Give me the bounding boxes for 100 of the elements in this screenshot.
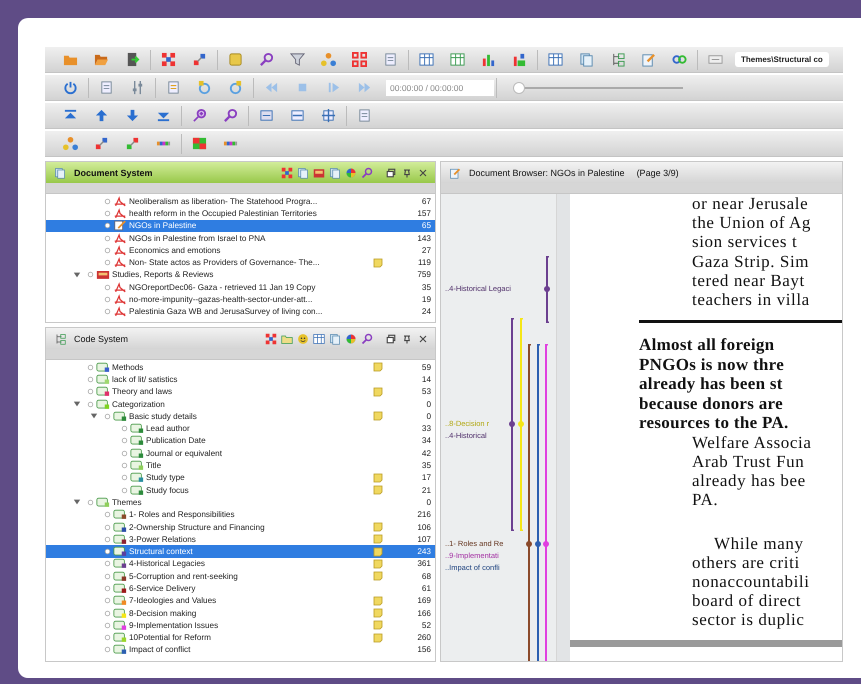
code-row[interactable]: Impact of conflict 156 — [46, 644, 435, 656]
memo-icon[interactable] — [373, 522, 383, 532]
window-icon[interactable] — [579, 52, 594, 67]
grid-x-icon[interactable] — [265, 332, 277, 344]
memo-icon[interactable] — [373, 620, 383, 630]
bar-chart-mixed-icon[interactable] — [512, 52, 527, 67]
arrow-down-icon[interactable] — [125, 108, 140, 123]
bar-chart-icon[interactable] — [481, 52, 496, 67]
code-row[interactable]: 7-Ideologies and Values 169 — [46, 594, 435, 607]
table-icon[interactable] — [313, 332, 325, 344]
memo-icon[interactable] — [373, 472, 383, 483]
expand-arrow-icon[interactable] — [73, 270, 81, 279]
document-row[interactable]: Non- State actos as Providers of Governance- The... 119 — [46, 256, 435, 269]
document-row[interactable]: Neoliberalism as liberation- The Statehood Progra... 67 — [46, 195, 435, 208]
activation-dot-icon[interactable] — [87, 400, 94, 408]
code-row[interactable]: 2-Ownership Structure and Financing 106 — [46, 520, 435, 534]
documents-icon[interactable] — [297, 166, 309, 178]
activation-dot-icon[interactable] — [87, 498, 94, 506]
code-tree-icon[interactable] — [54, 332, 66, 344]
sticky-note-icon[interactable] — [228, 52, 243, 67]
code-field[interactable]: Themes\Structural co — [735, 52, 829, 67]
activation-dot-icon[interactable] — [121, 437, 128, 444]
arrow-up-icon[interactable] — [94, 108, 109, 123]
search-icon[interactable] — [361, 332, 373, 344]
filter-icon[interactable] — [290, 52, 305, 67]
activation-dot-icon[interactable] — [104, 646, 111, 654]
fit-width-icon[interactable] — [290, 108, 305, 123]
memo-icon[interactable] — [373, 258, 383, 268]
expand-arrows-icon[interactable] — [321, 108, 336, 123]
code-row[interactable]: Categorization 0 — [46, 398, 435, 410]
expand-arrow-icon[interactable] — [73, 498, 81, 506]
code-row[interactable]: 5-Corruption and rent-seeking 68 — [46, 570, 435, 582]
code-row[interactable]: Methods 59 — [46, 361, 435, 374]
code-row[interactable]: lack of lit/ satistics 14 — [46, 373, 435, 386]
document-row[interactable]: health reform in the Occupied Palestinian Territories 157 — [46, 207, 435, 220]
link-icon[interactable] — [192, 52, 207, 67]
document-row[interactable]: no-more-impunity--gazas-health-sector-under-att... 19 — [46, 293, 435, 306]
activation-dot-icon[interactable] — [104, 234, 111, 242]
code-row[interactable]: Study focus 21 — [46, 484, 435, 496]
pin-icon[interactable] — [401, 332, 413, 344]
color-wheel-icon[interactable] — [345, 332, 357, 344]
node-grid-icon[interactable] — [352, 52, 367, 67]
link-icon[interactable] — [94, 136, 109, 151]
activation-dot-icon[interactable] — [121, 425, 128, 432]
network-icon[interactable] — [321, 52, 336, 67]
activation-dot-icon[interactable] — [104, 198, 111, 205]
folder-tag-icon[interactable] — [281, 332, 293, 344]
activation-dot-icon[interactable] — [121, 486, 128, 494]
mosaic-icon[interactable] — [192, 136, 207, 151]
search-icon[interactable] — [361, 166, 373, 178]
document-row[interactable]: NGOs in Palestine 65 — [46, 220, 435, 232]
edit-icon[interactable] — [641, 52, 656, 67]
copy-icon[interactable] — [329, 332, 341, 344]
code-stripe[interactable] — [543, 256, 551, 323]
code-row[interactable]: 1- Roles and Responsibilities 216 — [46, 508, 435, 521]
document-row[interactable]: NGOs in Palestine from Israel to PNA 143 — [46, 232, 435, 244]
memo-icon[interactable] — [373, 411, 383, 422]
document-row[interactable]: Economics and emotions 27 — [46, 244, 435, 256]
memo-icon[interactable] — [373, 558, 383, 569]
activation-dot-icon[interactable] — [104, 308, 111, 316]
code-row[interactable]: Basic study details 0 — [46, 410, 435, 422]
copy-icon[interactable] — [329, 166, 341, 178]
activation-dot-icon[interactable] — [87, 271, 94, 278]
document-row[interactable]: NGOreportDec06- Gaza - retrieved 11 Jan 19 Copy 35 — [46, 281, 435, 294]
memo-icon[interactable] — [373, 386, 383, 397]
memo-icon[interactable] — [373, 596, 383, 606]
code-row[interactable]: 8-Decision making 166 — [46, 606, 435, 620]
code-link-icon[interactable] — [125, 136, 140, 151]
activation-dot-icon[interactable] — [104, 597, 111, 604]
memo-icon[interactable] — [373, 485, 383, 496]
power-icon[interactable] — [63, 80, 78, 95]
smiley-icon[interactable] — [297, 332, 309, 344]
code-row[interactable]: 6-Service Delivery 61 — [46, 582, 435, 595]
code-row[interactable]: 10Potential for Reform 260 — [46, 632, 435, 644]
code-row[interactable]: Publication Date 34 — [46, 434, 435, 448]
grid-x-icon[interactable] — [281, 166, 293, 178]
table-icon[interactable] — [548, 52, 563, 67]
code-row[interactable]: Journal or equivalent 42 — [46, 447, 435, 460]
close-icon[interactable] — [417, 332, 429, 344]
export-icon[interactable] — [125, 52, 140, 67]
close-icon[interactable] — [417, 166, 429, 178]
restore-icon[interactable] — [385, 332, 397, 344]
code-stripe[interactable] — [542, 344, 550, 661]
memo-icon[interactable] — [373, 534, 383, 544]
code-row[interactable]: Structural context 243 — [46, 545, 435, 558]
memo-icon[interactable] — [373, 546, 383, 557]
activation-dot-icon[interactable] — [104, 284, 111, 291]
memo-icon[interactable] — [373, 632, 383, 643]
activation-dot-icon[interactable] — [104, 259, 111, 266]
network-icon[interactable] — [63, 136, 78, 151]
activation-dot-icon[interactable] — [104, 634, 111, 642]
code-row[interactable]: Title 35 — [46, 459, 435, 472]
code-stripe[interactable] — [525, 344, 533, 661]
document-row[interactable]: Palestinia Gaza WB and JerusaSurvey of living con... 24 — [46, 306, 435, 318]
activation-dot-icon[interactable] — [121, 450, 128, 457]
code-stripe[interactable] — [508, 318, 516, 531]
crosstab-icon[interactable] — [450, 52, 465, 67]
activation-dot-icon[interactable] — [104, 511, 111, 518]
edit-icon[interactable] — [449, 166, 461, 178]
restore-icon[interactable] — [385, 166, 397, 178]
